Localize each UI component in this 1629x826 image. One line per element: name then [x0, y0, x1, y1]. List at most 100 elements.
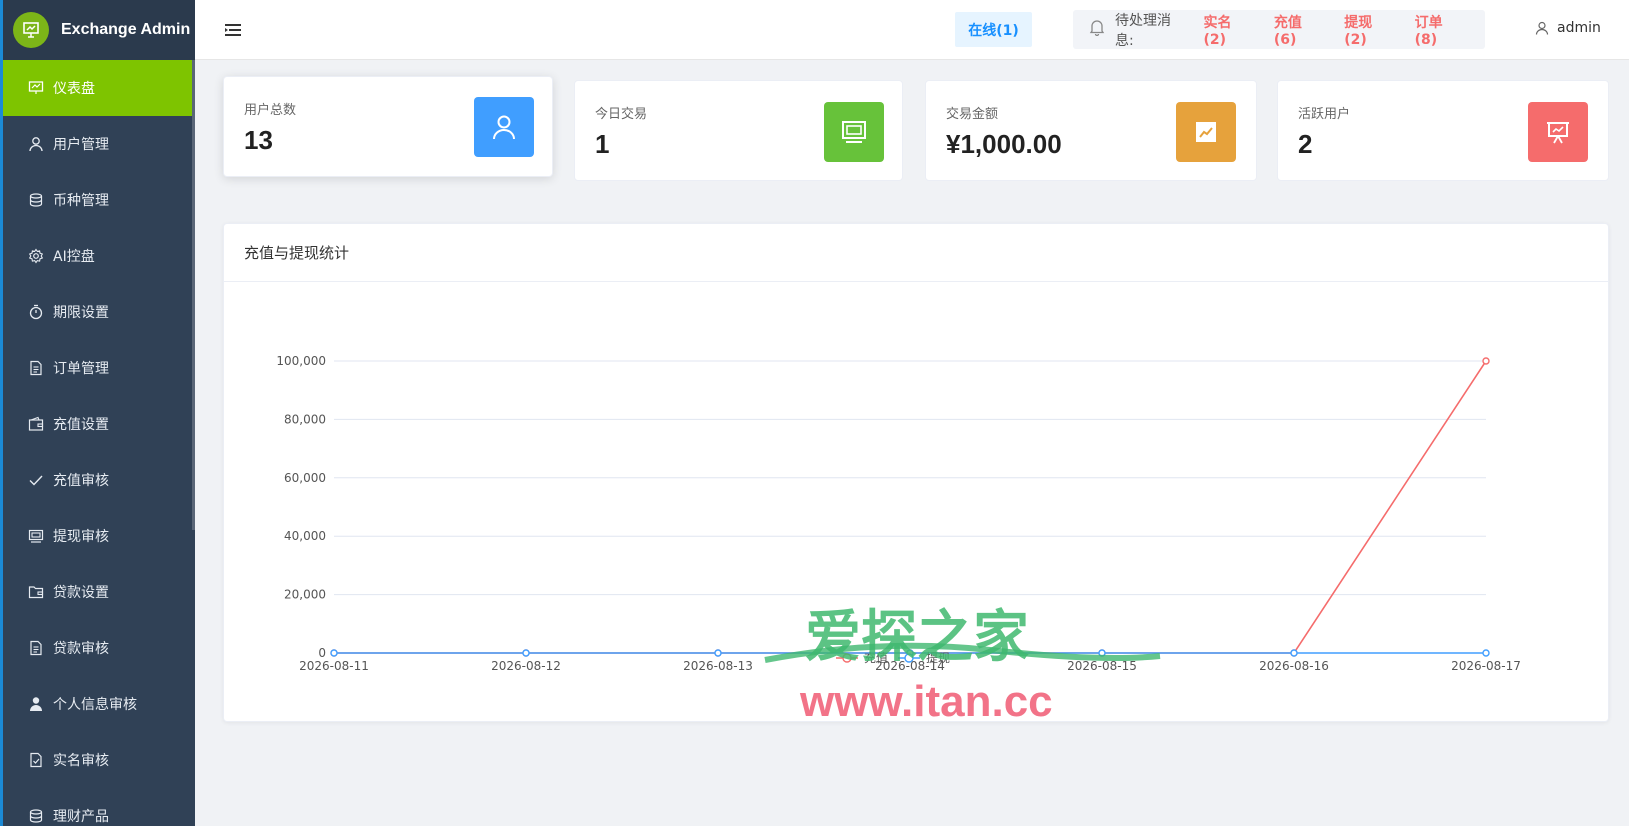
wallet-icon [27, 415, 45, 433]
check-icon [27, 471, 45, 489]
sidebar-menu: 仪表盘用户管理币种管理 AI控盘期限设置订单管理充值设置充值审核提现审核贷款设置贷… [3, 60, 195, 826]
sidebar-item[interactable]: AI控盘 [3, 228, 195, 284]
stat-label: 今日交易 [595, 107, 648, 122]
sidebar-item[interactable]: 理财产品 [3, 788, 195, 826]
stat-value: 13 [244, 125, 273, 155]
stat-card-today-trades[interactable]: 今日交易 1 [574, 80, 903, 181]
legend-marker [842, 653, 852, 663]
stat-label: 交易金额 [946, 107, 999, 122]
sidebar-item-label: 个人信息审核 [53, 697, 137, 713]
verify-doc-icon [27, 751, 45, 769]
user-icon [27, 135, 45, 153]
folder-icon [27, 583, 45, 601]
sidebar-scrollbar[interactable] [192, 60, 195, 530]
timer-icon [27, 303, 45, 321]
data-point [1098, 649, 1106, 657]
sidebar-item[interactable]: 充值设置 [3, 396, 195, 452]
x-tick-label: 2026-08-15 [1067, 659, 1137, 673]
y-tick-label: 0 [318, 646, 326, 660]
pending-realname-link[interactable]: 实名(2) [1204, 12, 1250, 48]
top-header: 在线(1) 待处理消息: 实名(2) 充值(6) 提现(2) 订单(8) adm… [195, 0, 1629, 60]
user-icon [474, 97, 534, 157]
data-point [714, 649, 722, 657]
stat-label: 用户总数 [244, 103, 297, 118]
y-tick-label: 20,000 [284, 588, 326, 602]
chart-panel: 充值与提现统计 0 20,000 40,000 60,000 80,000 100,000… [223, 223, 1609, 722]
x-tick-label: 2026-08-13 [683, 659, 753, 673]
sidebar-item-label: 币种管理 [53, 193, 109, 209]
logo-icon [13, 12, 49, 48]
x-tick-label: 2026-08-11 [299, 659, 369, 673]
sidebar-item[interactable]: 仪表盘 [3, 60, 195, 116]
sidebar-item[interactable]: 充值审核 [3, 452, 195, 508]
y-tick-label: 80,000 [284, 412, 326, 426]
money-icon [27, 527, 45, 545]
pending-order-link[interactable]: 订单(8) [1415, 12, 1461, 48]
sidebar-item[interactable]: 提现审核 [3, 508, 195, 564]
stat-card-active-users[interactable]: 活跃用户 2 [1277, 80, 1609, 181]
data-point [1290, 649, 1298, 657]
y-tick-label: 60,000 [284, 471, 326, 485]
series-line [334, 360, 1487, 654]
sidebar-item[interactable]: 订单管理 [3, 340, 195, 396]
x-tick-label: 2026-08-12 [491, 659, 561, 673]
recharge-withdraw-chart[interactable]: 0 20,000 40,000 60,000 80,000 100,000 2026-08-… [224, 224, 1610, 723]
sidebar-item[interactable]: 个人信息审核 [3, 676, 195, 732]
user-menu[interactable]: admin [1535, 20, 1601, 36]
sidebar-item-label: 贷款设置 [53, 585, 109, 601]
sidebar-item[interactable]: 贷款设置 [3, 564, 195, 620]
legend-label: 充值 [864, 650, 888, 665]
sidebar-item[interactable]: 用户管理 [3, 116, 195, 172]
x-tick-label: 2026-08-16 [1259, 659, 1329, 673]
sidebar-item-label: 用户管理 [53, 137, 109, 153]
sidebar-item[interactable]: 贷款审核 [3, 620, 195, 676]
sidebar-item-label: 实名审核 [53, 753, 109, 769]
y-tick-label: 100,000 [276, 354, 326, 368]
data-point [522, 649, 530, 657]
dashboard-icon [27, 79, 45, 97]
trend-chart-icon [1176, 102, 1236, 162]
sidebar: Exchange Admin 仪表盘用户管理币种管理 AI控盘期限设置订单管理充值… [0, 0, 195, 826]
y-tick-label: 40,000 [284, 529, 326, 543]
sidebar-item-label: AI控盘 [53, 249, 95, 265]
person-icon [27, 695, 45, 713]
user-icon [1535, 21, 1549, 35]
sidebar-item-label: 仪表盘 [53, 81, 95, 97]
pending-label: 待处理消息: [1115, 12, 1171, 49]
document-icon [27, 639, 45, 657]
pending-messages: 待处理消息: 实名(2) 充值(6) 提现(2) 订单(8) [1073, 10, 1485, 49]
username: admin [1557, 20, 1601, 36]
sidebar-item-label: 理财产品 [53, 809, 109, 825]
sidebar-item[interactable]: 实名审核 [3, 732, 195, 788]
stat-label: 活跃用户 [1298, 107, 1351, 122]
online-badge[interactable]: 在线(1) [955, 12, 1032, 47]
sidebar-item-label: 贷款审核 [53, 641, 109, 657]
x-tick-label: 2026-08-17 [1451, 659, 1521, 673]
menu-toggle-icon[interactable] [225, 22, 241, 41]
coins-icon [27, 191, 45, 209]
logo[interactable]: Exchange Admin [3, 0, 195, 60]
sidebar-item-label: 提现审核 [53, 529, 109, 545]
legend-label: 提现 [926, 650, 950, 665]
coins-icon [27, 807, 45, 825]
stat-card-trade-amount[interactable]: 交易金额 ¥1,000.00 [925, 80, 1257, 181]
pending-recharge-link[interactable]: 充值(6) [1274, 12, 1320, 48]
sidebar-item[interactable]: 币种管理 [3, 172, 195, 228]
stat-value: 1 [595, 129, 610, 159]
stat-value: ¥1,000.00 [946, 129, 1062, 159]
money-icon [824, 102, 884, 162]
data-point [330, 649, 338, 657]
sidebar-item-label: 期限设置 [53, 305, 109, 321]
sidebar-item[interactable]: 期限设置 [3, 284, 195, 340]
stat-card-users[interactable]: 用户总数 13 [223, 76, 553, 177]
sidebar-item-label: 充值审核 [53, 473, 109, 489]
sidebar-item-label: 订单管理 [53, 361, 109, 377]
data-point [1482, 649, 1490, 657]
presentation-icon [1528, 102, 1588, 162]
sidebar-item-label: 充值设置 [53, 417, 109, 433]
bell-icon[interactable] [1089, 19, 1105, 40]
app-title: Exchange Admin [61, 21, 191, 38]
legend-marker [904, 653, 914, 663]
gear-icon [27, 247, 45, 265]
pending-withdraw-link[interactable]: 提现(2) [1344, 12, 1390, 48]
